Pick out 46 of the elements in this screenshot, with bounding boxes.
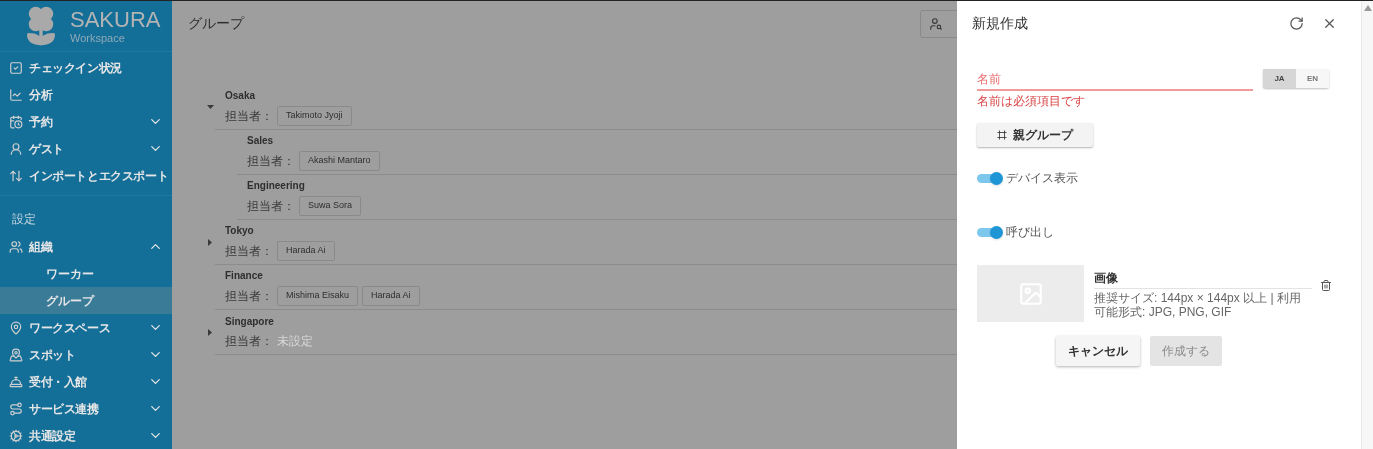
sidebar-item[interactable]: 組織 [0,233,172,260]
owner-label: 担当者： [225,333,273,350]
sidebar-item[interactable]: インポートとエクスポート [0,162,172,189]
panel-title: 新規作成 [972,13,1028,33]
name-field[interactable]: 名前 [977,69,1253,91]
section-header: 設定 [12,212,36,226]
sidebar-item[interactable]: 分析 [0,81,172,108]
sidebar-item[interactable]: サービス連携 [0,395,172,422]
owner-chip: Suwa Sora [299,196,362,216]
group-name: Osaka [225,89,257,104]
group-name: Singapore [225,315,275,329]
sidebar-item[interactable]: チェックイン状況 [0,54,172,81]
owner-chip: Takimoto Jyoji [277,106,352,126]
language-toggle[interactable]: EN [1296,69,1329,88]
owner-label: 担当者： [247,153,295,170]
group-name: Finance [225,269,264,284]
owner-chip: Harada Ai [362,286,420,306]
owner-label: 担当者： [225,243,273,260]
owner-chip: Akashi Mantaro [299,151,380,171]
parent-group-button[interactable]: 親グループ [977,123,1093,147]
action-button[interactable]: キャンセル [1056,336,1140,366]
toggle-label: デバイス表示 [1006,170,1078,187]
error-message: 名前は必須項目です [977,93,1086,110]
sidebar-item[interactable]: ワークスペース [0,314,172,341]
sidebar-item[interactable]: スポット [0,341,172,368]
language-toggle[interactable]: JA [1263,69,1296,88]
group-name: Sales [247,134,275,149]
sidebar-item[interactable]: ゲスト [0,135,172,162]
owner-chip: Mishima Eisaku [277,286,359,306]
logo-title: SAKURA [70,8,161,31]
image-hint: 推奨サイズ: 144px × 144px 以上 | 利用可能形式: JPG, PNG, GIF [1094,291,1302,319]
image-label: 画像 [1094,269,1312,289]
group-name: Tokyo [225,224,255,239]
group-name: Engineering [247,179,306,194]
sidebar-subitem[interactable]: ワーカー [0,260,172,287]
owner-chip: Harada Ai [277,241,335,261]
owner-label: 担当者： [225,288,273,305]
sidebar-item[interactable]: 共通設定 [0,422,172,449]
sidebar-subitem[interactable]: グループ [0,287,172,314]
logo-subtitle: Workspace [70,32,126,44]
owner-label: 担当者： [247,198,295,215]
sidebar-item[interactable]: 受付・入館 [0,368,172,395]
sidebar-item[interactable]: 予約 [0,108,172,135]
page-title: グループ [188,13,244,33]
toggle-label: 呼び出し [1006,224,1054,241]
owner-label: 担当者： [225,108,273,125]
